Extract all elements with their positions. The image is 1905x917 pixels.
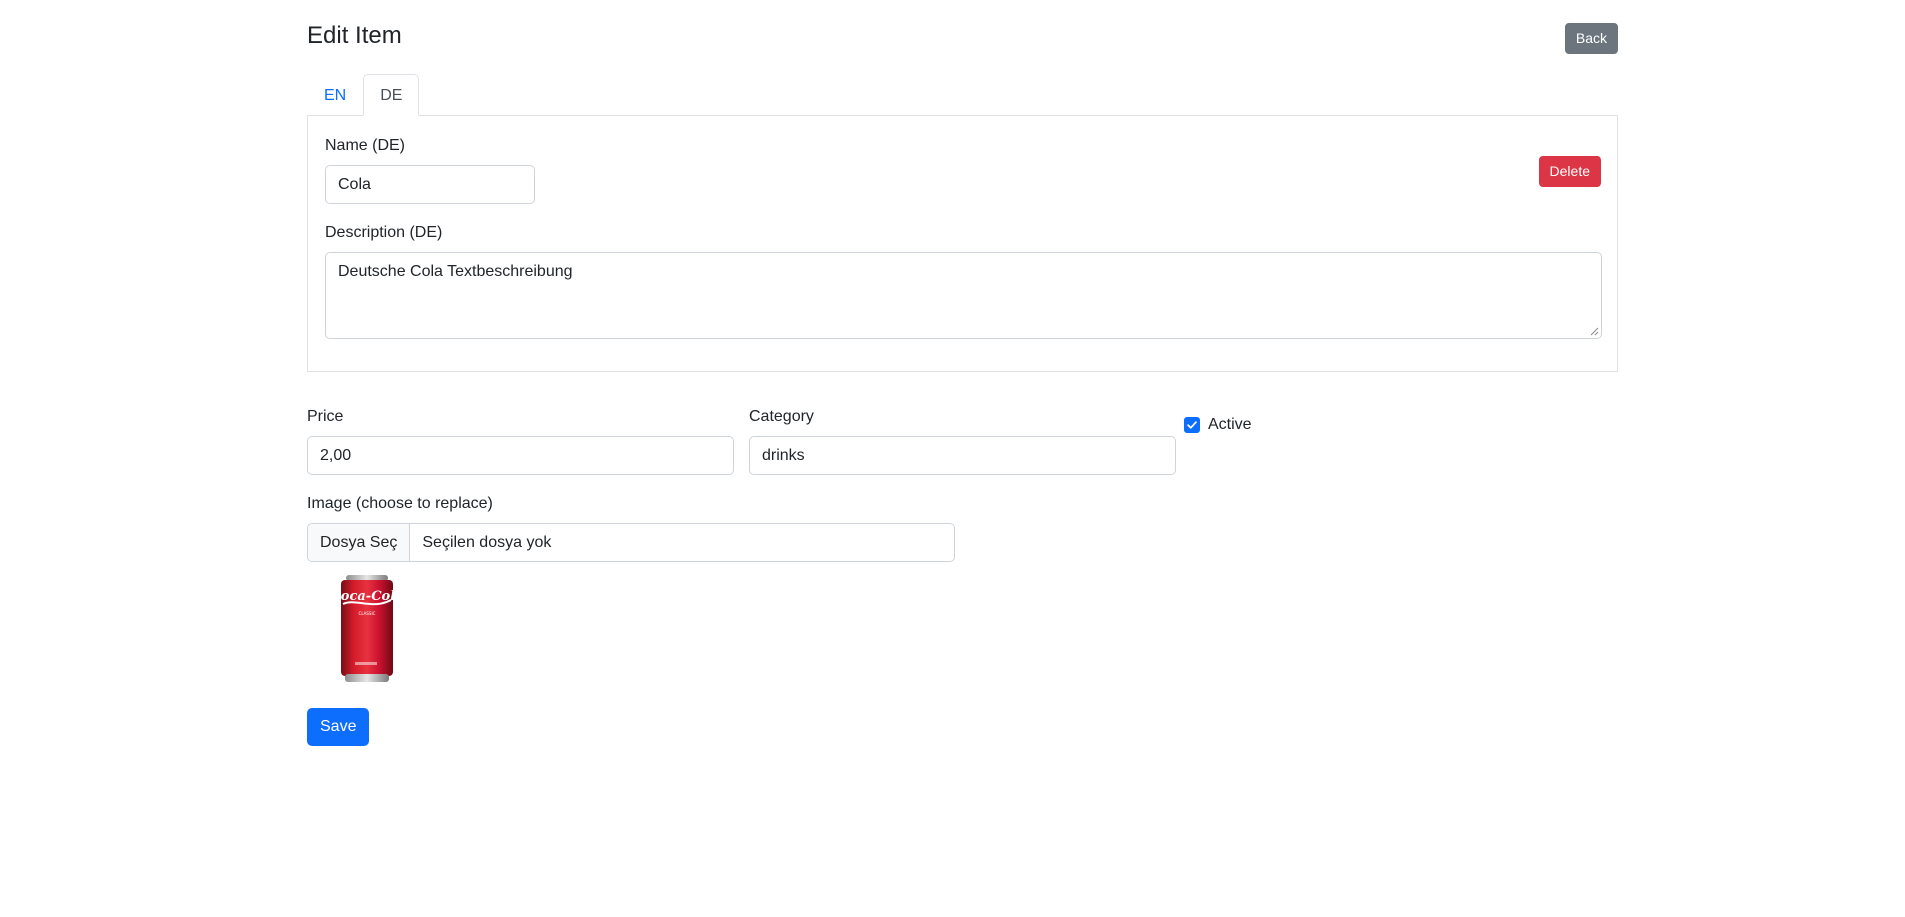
file-status-text: Seçilen dosya yok (422, 534, 552, 551)
checkmark-icon (1187, 421, 1197, 429)
item-image-thumbnail: Coca-Cola CLASSIC (337, 575, 397, 682)
save-button[interactable]: Save (307, 708, 370, 746)
resize-grip-icon[interactable] (1590, 327, 1599, 336)
tab-panel-de: Name (DE) Cola Delete Description (DE) D… (307, 115, 1618, 372)
can-logo-text: Coca-Cola (337, 589, 397, 604)
active-checkbox[interactable] (1184, 417, 1200, 433)
image-label: Image (choose to replace) (307, 495, 493, 512)
main-container: Edit Item Back EN DE Name (DE) Cola Dele… (307, 0, 1618, 746)
description-textarea[interactable]: Deutsche Cola Textbeschreibung (325, 252, 1602, 339)
choose-file-button[interactable]: Dosya Seç (308, 524, 411, 561)
name-label: Name (DE) (325, 137, 406, 154)
back-button[interactable]: Back (1564, 23, 1618, 54)
description-label: Description (DE) (325, 224, 443, 241)
price-label: Price (307, 408, 344, 425)
active-label: Active (1208, 416, 1252, 433)
can-sub-text: CLASSIC (359, 611, 376, 616)
category-label: Category (749, 408, 814, 425)
image-file-input[interactable]: Dosya Seç Seçilen dosya yok (307, 523, 955, 562)
tab-en[interactable]: EN (307, 74, 363, 116)
page-title: Edit Item (307, 22, 402, 49)
edit-item-page: Edit Item Back EN DE Name (DE) Cola Dele… (0, 0, 1905, 917)
description-text: Deutsche Cola Textbeschreibung (338, 263, 573, 280)
category-input[interactable]: drinks (749, 436, 1176, 475)
delete-button[interactable]: Delete (1538, 156, 1601, 187)
price-input[interactable]: 2,00 (307, 436, 734, 475)
page-header: Edit Item Back (307, 0, 1618, 72)
tab-de[interactable]: DE (363, 74, 420, 116)
name-input[interactable]: Cola (325, 165, 535, 204)
language-tabs: EN DE (307, 74, 420, 116)
